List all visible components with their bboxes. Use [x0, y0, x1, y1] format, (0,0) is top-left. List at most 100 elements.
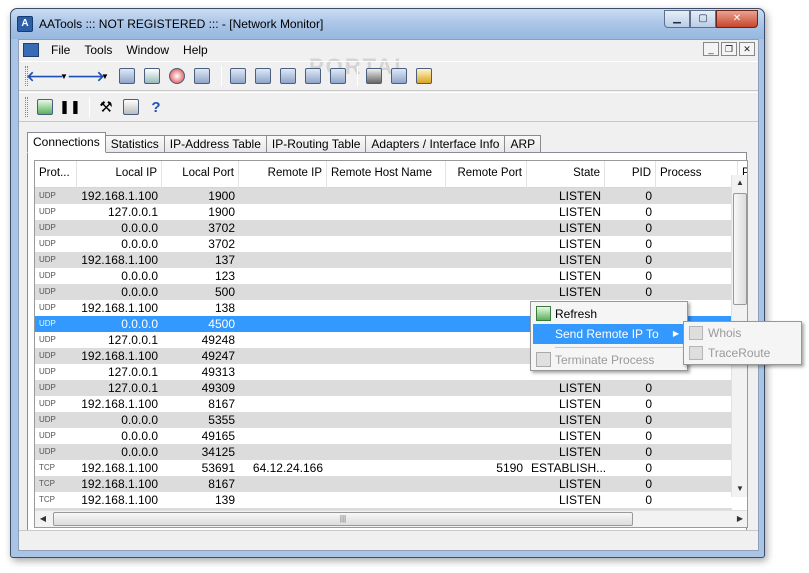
context-menu: Refresh Send Remote IP To ▶ Terminate Pr…: [530, 301, 688, 371]
horizontal-scroll-thumb[interactable]: |||: [53, 512, 633, 526]
column-remote-ip[interactable]: Remote IP: [239, 161, 327, 188]
menu-window[interactable]: Window: [119, 40, 176, 60]
tab-adapters-interface-info[interactable]: Adapters / Interface Info: [365, 135, 506, 153]
cell-protocol: TCP: [39, 479, 55, 488]
stats-tool-icon[interactable]: [302, 65, 324, 87]
column-local-port[interactable]: Local Port: [162, 161, 239, 188]
context-refresh[interactable]: Refresh: [533, 304, 685, 324]
column-pid[interactable]: PID: [605, 161, 656, 188]
tab-statistics[interactable]: Statistics: [104, 135, 165, 153]
tab-arp[interactable]: ARP: [504, 135, 542, 153]
cell-remote-ip: [239, 476, 327, 492]
cell-remote-port: [446, 204, 527, 220]
table-row[interactable]: UDP 0.0.0.0 5355 LISTEN 0: [35, 412, 732, 428]
cell-pid: 0: [645, 493, 652, 507]
list-tool-icon[interactable]: [191, 65, 213, 87]
scroll-left-icon[interactable]: ◀: [35, 511, 51, 527]
forward-arrow-icon[interactable]: 🡒: [67, 65, 105, 87]
mdi-close-button[interactable]: ✕: [739, 42, 755, 56]
tools-icon[interactable]: ⚒: [95, 96, 117, 118]
table-row[interactable]: TCP 192.168.1.100 53691 64.12.24.166 5190 EST…: [35, 460, 732, 476]
cell-local-ip: 0.0.0.0: [121, 269, 158, 283]
back-arrow-icon[interactable]: 🡐: [26, 65, 64, 87]
table-row[interactable]: UDP 127.0.0.1 1900 LISTEN 0: [35, 204, 732, 220]
refresh-icon[interactable]: [34, 96, 56, 118]
context-terminate-process[interactable]: Terminate Process: [533, 350, 685, 370]
column-remote-host-name[interactable]: Remote Host Name: [327, 161, 446, 188]
table-row[interactable]: TCP 192.168.1.100 8167 LISTEN 0: [35, 476, 732, 492]
table-row[interactable]: UDP 192.168.1.100 137 LISTEN 0: [35, 252, 732, 268]
tab-ip-address-table[interactable]: IP-Address Table: [163, 135, 267, 153]
menu-tools[interactable]: Tools: [77, 40, 119, 60]
submenu-traceroute[interactable]: TraceRoute: [686, 343, 799, 363]
table-row[interactable]: TCP 192.168.1.100 139 LISTEN 0: [35, 492, 732, 508]
tab-connections[interactable]: Connections: [27, 132, 106, 153]
print-icon[interactable]: [120, 96, 142, 118]
cell-remote-port: [446, 316, 527, 332]
title-bar[interactable]: A AATools ::: NOT REGISTERED ::: - [Netw…: [11, 9, 764, 39]
table-row[interactable]: UDP 192.168.1.100 8167 LISTEN 0: [35, 396, 732, 412]
cell-remote-ip: [239, 412, 327, 428]
scroll-up-icon[interactable]: ▲: [732, 175, 747, 191]
table-row[interactable]: UDP 0.0.0.0 123 LISTEN 0: [35, 268, 732, 284]
cell-local-port: 137: [214, 253, 235, 267]
tab-ip-routing-table[interactable]: IP-Routing Table: [265, 135, 367, 153]
vertical-scroll-thumb[interactable]: [733, 193, 747, 305]
refresh-icon: [536, 306, 551, 321]
table-row[interactable]: UDP 0.0.0.0 3702 LISTEN 0: [35, 220, 732, 236]
submenu-whois[interactable]: Whois: [686, 323, 799, 343]
cell-local-ip: 192.168.1.100: [81, 349, 158, 363]
maximize-button[interactable]: ▢: [690, 10, 716, 28]
submenu-traceroute-label: TraceRoute: [708, 346, 771, 360]
whois-icon: [689, 326, 703, 340]
help-icon[interactable]: ?: [145, 96, 167, 118]
close-button[interactable]: ✕: [716, 10, 758, 28]
table-row[interactable]: UDP 0.0.0.0 3702 LISTEN 0: [35, 236, 732, 252]
wand-tool-icon[interactable]: [413, 65, 435, 87]
scroll-right-icon[interactable]: ▶: [732, 511, 747, 527]
cell-local-ip: 0.0.0.0: [121, 429, 158, 443]
scroll-down-icon[interactable]: ▼: [732, 481, 747, 497]
monitor-tool-icon[interactable]: [227, 65, 249, 87]
window-title: AATools ::: NOT REGISTERED ::: - [Networ…: [39, 17, 324, 31]
cell-protocol: UDP: [39, 431, 56, 440]
table-row[interactable]: UDP 192.168.1.100 1900 LISTEN 0: [35, 188, 732, 204]
menu-file[interactable]: File: [44, 40, 77, 60]
column-protocol[interactable]: Prot...: [35, 161, 77, 188]
table-row[interactable]: UDP 0.0.0.0 34125 LISTEN 0: [35, 444, 732, 460]
cell-local-port: 8167: [208, 477, 235, 491]
cell-remote-port: [446, 428, 527, 444]
column-local-ip[interactable]: Local IP: [77, 161, 162, 188]
adapter-tool-icon[interactable]: [327, 65, 349, 87]
column-process[interactable]: Process: [656, 161, 738, 188]
cell-remote-ip: [239, 364, 327, 380]
cell-remote-ip: [239, 204, 327, 220]
toolbar-separator-3: [89, 97, 90, 117]
connections-tool-icon[interactable]: [277, 65, 299, 87]
table-row[interactable]: UDP 0.0.0.0 500 LISTEN 0: [35, 284, 732, 300]
horizontal-scrollbar[interactable]: ◀ ||| ▶: [35, 510, 747, 527]
blocked-tool-icon[interactable]: [166, 65, 188, 87]
cell-protocol: UDP: [39, 271, 56, 280]
terminal-tool-icon[interactable]: [363, 65, 385, 87]
mdi-restore-button[interactable]: ❐: [721, 42, 737, 56]
network-tool-icon[interactable]: [116, 65, 138, 87]
search-tool-icon[interactable]: [388, 65, 410, 87]
column-remote-port[interactable]: Remote Port: [446, 161, 527, 188]
pause-icon[interactable]: ❚❚: [59, 96, 81, 118]
context-send-remote-ip[interactable]: Send Remote IP To ▶: [533, 324, 685, 344]
document-icon[interactable]: [23, 43, 39, 57]
cell-local-ip: 0.0.0.0: [121, 317, 158, 331]
cell-state: LISTEN: [558, 445, 601, 459]
scan-tool-icon[interactable]: [252, 65, 274, 87]
mdi-minimize-button[interactable]: _: [703, 42, 719, 56]
database-tool-icon[interactable]: [141, 65, 163, 87]
table-row[interactable]: UDP 127.0.0.1 49309 LISTEN 0: [35, 380, 732, 396]
mdi-buttons: _ ❐ ✕: [703, 42, 755, 56]
minimize-button[interactable]: ▁: [664, 10, 690, 28]
toolbar-grip-2[interactable]: [25, 97, 28, 117]
column-state[interactable]: State: [527, 161, 605, 188]
table-row[interactable]: UDP 0.0.0.0 49165 LISTEN 0: [35, 428, 732, 444]
forward-dropdown-icon[interactable]: ▼: [100, 65, 110, 87]
menu-help[interactable]: Help: [176, 40, 215, 60]
